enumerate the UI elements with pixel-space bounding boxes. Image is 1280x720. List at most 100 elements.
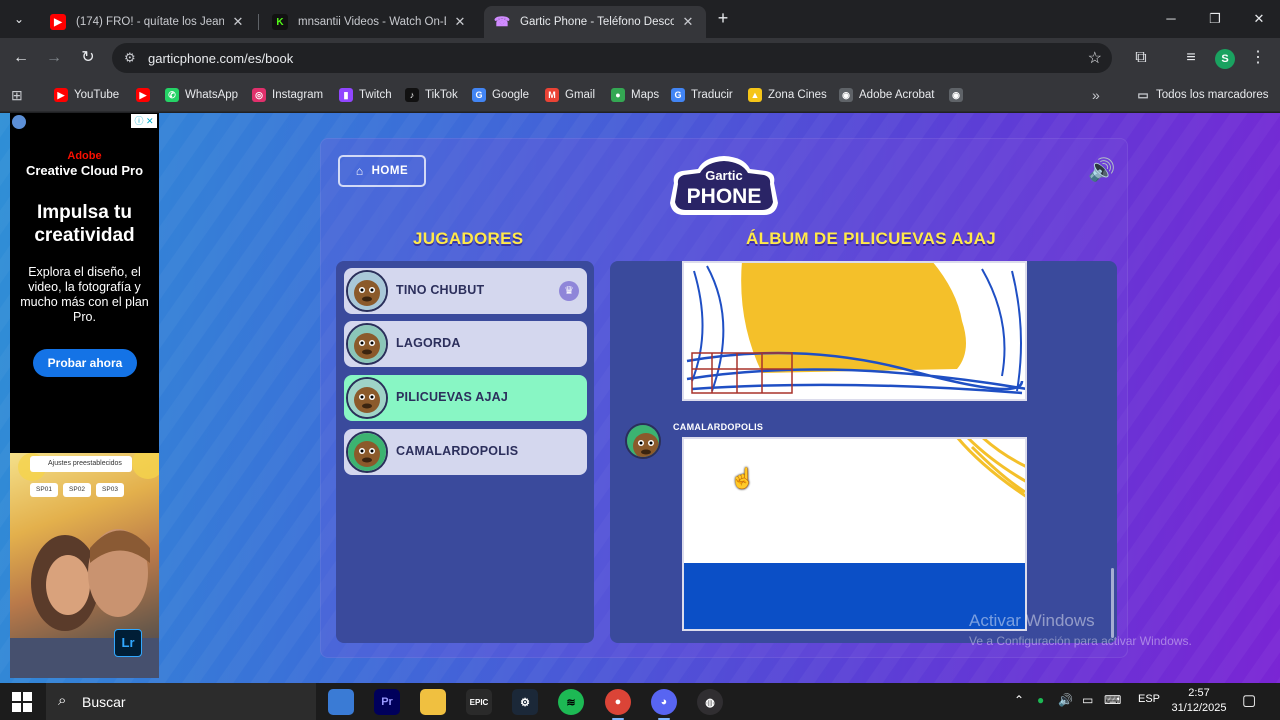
- windows-start-icon[interactable]: [12, 692, 32, 712]
- obs-icon[interactable]: ◍: [697, 689, 723, 715]
- volume-icon[interactable]: 🔊: [1058, 693, 1073, 707]
- tab-kick[interactable]: K mnsantii Videos - Watch On-De ✕: [262, 6, 478, 38]
- url-text[interactable]: garticphone.com/es/book: [148, 51, 293, 66]
- home-button[interactable]: ⌂ HOME: [338, 155, 426, 187]
- extensions-icon[interactable]: ⧉: [1129, 46, 1153, 70]
- bookmark-item[interactable]: ◎ Instagram: [252, 86, 323, 104]
- widgets-app-icon[interactable]: [328, 689, 354, 715]
- svg-text:Gartic: Gartic: [705, 168, 743, 183]
- bookmark-item[interactable]: ● Maps: [611, 86, 659, 104]
- tab-title: (174) FRO! - quítate los Jeans (V: [76, 16, 224, 28]
- tab-youtube[interactable]: ▶ (174) FRO! - quítate los Jeans (V ✕: [40, 6, 256, 38]
- discord-icon[interactable]: ◕: [651, 689, 677, 720]
- apps-grid-icon[interactable]: ⊞: [11, 86, 23, 104]
- notifications-icon[interactable]: ▢: [1242, 691, 1256, 709]
- sound-speaker-icon[interactable]: 🔊: [1088, 157, 1118, 183]
- taskbar-clock[interactable]: 2:57 31/12/2025: [1166, 686, 1232, 716]
- ad-preset: SP03: [96, 483, 124, 497]
- album-author-avatar-icon: [625, 423, 661, 459]
- keyboard-icon[interactable]: ⌨: [1104, 693, 1121, 707]
- reload-icon[interactable]: ↻: [76, 46, 100, 70]
- premiere-app-icon[interactable]: Pr: [374, 689, 400, 715]
- restore-icon[interactable]: ❐: [1200, 8, 1230, 30]
- bookmark-item[interactable]: ✆ WhatsApp: [165, 86, 238, 104]
- ad-brand: Adobe: [67, 150, 102, 162]
- windows-activation-subtitle: Ve a Configuración para activar Windows.: [969, 634, 1192, 648]
- tray-app-icon[interactable]: ●: [1037, 693, 1044, 707]
- bookmark-item[interactable]: M Gmail: [545, 86, 595, 104]
- album-scrollbar[interactable]: [1111, 568, 1114, 638]
- bookmark-star-icon[interactable]: ☆: [1088, 48, 1102, 68]
- bookmark-item[interactable]: G Google: [472, 86, 529, 104]
- bookmark-item[interactable]: ▶: [136, 86, 156, 104]
- bookmark-item[interactable]: ♪ TikTok: [405, 86, 458, 104]
- bookmark-item[interactable]: ◉ Adobe Acrobat: [839, 86, 934, 104]
- language-indicator[interactable]: ESP: [1138, 693, 1160, 705]
- youtube-favicon-icon: ▶: [50, 14, 66, 30]
- mouse-pointer-icon: ☝: [730, 468, 755, 490]
- bookmark-label: Zona Cines: [768, 89, 827, 101]
- new-tab-plus-icon[interactable]: +: [714, 9, 732, 27]
- folder-icon: ▭: [1137, 88, 1149, 102]
- epic-games-icon[interactable]: EPIC: [466, 689, 492, 715]
- tab-gartic-phone[interactable]: ☎ Gartic Phone - Teléfono Descor ✕: [484, 6, 706, 38]
- player-row[interactable]: LAGORDA: [344, 321, 587, 367]
- bookmark-label: Instagram: [272, 89, 324, 101]
- bookmark-favicon-icon: ◉: [839, 88, 853, 102]
- drawing-scribble: [682, 261, 1027, 401]
- bookmark-item[interactable]: ▮ Twitch: [339, 86, 392, 104]
- bookmark-label: YouTube: [74, 89, 120, 101]
- ad-presets-chip: Ajustes preestablecidos: [30, 456, 132, 472]
- taskbar-search[interactable]: ⌕ Buscar: [46, 683, 316, 720]
- adobe-ad-banner[interactable]: ⓘ ✕ Adobe Creative Cloud Pro Impulsa tu …: [10, 113, 159, 678]
- tab-close-icon[interactable]: ✕: [680, 14, 696, 30]
- steam-icon[interactable]: ⚙: [512, 689, 538, 715]
- minimize-icon[interactable]: ─: [1156, 8, 1186, 30]
- profile-avatar[interactable]: S: [1215, 49, 1235, 69]
- back-arrow-icon[interactable]: ←: [9, 46, 33, 70]
- bookmark-item[interactable]: ▶ YouTube: [54, 86, 119, 104]
- album-drawing: [682, 261, 1027, 401]
- tab-close-icon[interactable]: ✕: [452, 14, 468, 30]
- ad-preset: SP02: [63, 483, 91, 497]
- bookmark-favicon-icon: ♪: [405, 88, 419, 102]
- address-bar[interactable]: ⚙ garticphone.com/es/book ☆: [112, 43, 1112, 73]
- network-icon[interactable]: ▭: [1082, 693, 1093, 707]
- lightroom-badge-icon: Lr: [114, 629, 142, 657]
- bookmark-item[interactable]: ▲ Zona Cines: [748, 86, 827, 104]
- window-close-icon[interactable]: ✕: [1244, 8, 1274, 30]
- windows-taskbar: ⌕ Buscar Pr EPIC ⚙ ≋ ● ◕ ◍ ⌃ ● 🔊 ▭ ⌨ ESP…: [0, 683, 1280, 720]
- player-row[interactable]: TINO CHUBUT ♛: [344, 268, 587, 314]
- bookmarks-overflow-icon[interactable]: »: [1092, 86, 1100, 104]
- ad-cta-button[interactable]: Probar ahora: [33, 349, 137, 377]
- forward-arrow-icon[interactable]: →: [42, 46, 66, 70]
- player-name: LAGORDA: [396, 336, 461, 350]
- players-title: JUGADORES: [413, 229, 524, 248]
- bookmark-label: Adobe Acrobat: [859, 89, 935, 101]
- tab-search-button[interactable]: ⌄: [10, 10, 28, 28]
- more-menu-icon[interactable]: ⋮: [1246, 46, 1270, 70]
- ad-info-icon[interactable]: ⓘ ✕: [131, 114, 157, 128]
- svg-text:PHONE: PHONE: [687, 185, 762, 208]
- tab-separator: [258, 14, 259, 30]
- player-row[interactable]: CAMALARDOPOLIS: [344, 429, 587, 475]
- player-avatar-icon: [346, 270, 388, 312]
- ad-preset: SP01: [30, 483, 58, 497]
- tab-close-icon[interactable]: ✕: [230, 14, 246, 30]
- web-page-content: ⓘ ✕ Adobe Creative Cloud Pro Impulsa tu …: [0, 113, 1280, 683]
- tray-overflow-chevron-icon[interactable]: ⌃: [1014, 693, 1024, 707]
- bookmark-favicon-icon: ▮: [339, 88, 353, 102]
- bookmark-label: TikTok: [425, 89, 458, 101]
- media-controls-icon[interactable]: ≡: [1179, 46, 1203, 70]
- site-info-icon[interactable]: ⚙: [124, 50, 136, 66]
- bookmark-item[interactable]: ◉: [949, 86, 969, 104]
- ad-product: Creative Cloud Pro: [25, 163, 144, 178]
- player-row[interactable]: PILICUEVAS AJAJ: [344, 375, 587, 421]
- chrome-icon[interactable]: ●: [605, 689, 631, 720]
- bookmark-item[interactable]: G Traducir: [671, 86, 733, 104]
- file-explorer-icon[interactable]: [420, 689, 446, 715]
- bookmark-favicon-icon: ▶: [54, 88, 68, 102]
- spotify-icon[interactable]: ≋: [558, 689, 584, 715]
- all-bookmarks-button[interactable]: ▭ Todos los marcadores: [1136, 86, 1268, 104]
- ad-headline: Impulsa tu creatividad: [34, 202, 135, 246]
